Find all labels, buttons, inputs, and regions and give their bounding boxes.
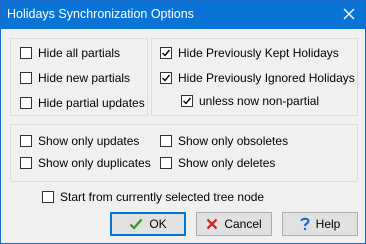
ok-button[interactable]: OK — [110, 212, 186, 236]
dialog-window: Holidays Synchronization Options Hide al… — [0, 0, 366, 244]
checkbox-box[interactable] — [42, 191, 54, 203]
checkmark-icon — [162, 49, 171, 57]
checkbox-box[interactable] — [160, 135, 172, 147]
checkbox-box[interactable] — [160, 157, 172, 169]
hide-partial-updates-checkbox[interactable]: Hide partial updates — [20, 94, 145, 112]
checkbox-label: Show only deletes — [178, 156, 276, 170]
unless-non-partial-checkbox[interactable]: unless now non-partial — [181, 92, 319, 110]
show-only-updates-checkbox[interactable]: Show only updates — [20, 132, 139, 150]
start-from-selected-node-checkbox[interactable]: Start from currently selected tree node — [42, 188, 264, 206]
checkmark-icon — [183, 97, 192, 105]
checkmark-icon — [162, 74, 171, 82]
checkmark-icon — [129, 218, 143, 230]
ok-label: OK — [149, 217, 167, 231]
checkbox-box[interactable] — [181, 95, 193, 107]
cancel-label: Cancel — [224, 217, 262, 231]
hide-previously-ignored-checkbox[interactable]: Hide Previously Ignored Holidays — [160, 69, 355, 87]
checkbox-label: Hide new partials — [38, 71, 131, 85]
hide-previously-kept-checkbox[interactable]: Hide Previously Kept Holidays — [160, 44, 339, 62]
checkbox-label: Hide all partials — [38, 46, 121, 60]
checkbox-label: unless now non-partial — [199, 94, 320, 108]
checkbox-label: Start from currently selected tree node — [60, 190, 265, 204]
hide-new-partials-checkbox[interactable]: Hide new partials — [20, 69, 130, 87]
show-only-obsoletes-checkbox[interactable]: Show only obsoletes — [160, 132, 288, 150]
title-bar[interactable]: Holidays Synchronization Options — [1, 1, 365, 29]
checkbox-label: Show only updates — [38, 134, 140, 148]
checkbox-box[interactable] — [160, 72, 172, 84]
checkbox-box[interactable] — [20, 135, 32, 147]
checkbox-box[interactable] — [20, 97, 32, 109]
show-only-deletes-checkbox[interactable]: Show only deletes — [160, 154, 275, 172]
show-only-duplicates-checkbox[interactable]: Show only duplicates — [20, 154, 151, 172]
hide-all-partials-checkbox[interactable]: Hide all partials — [20, 44, 120, 62]
checkbox-label: Hide Previously Ignored Holidays — [178, 71, 355, 85]
checkbox-box[interactable] — [20, 157, 32, 169]
question-icon — [300, 217, 310, 231]
close-icon — [343, 8, 355, 23]
checkbox-box[interactable] — [20, 47, 32, 59]
checkbox-box[interactable] — [20, 72, 32, 84]
checkbox-label: Show only duplicates — [38, 156, 151, 170]
help-button[interactable]: Help — [282, 212, 358, 236]
x-icon — [206, 218, 218, 230]
cancel-button[interactable]: Cancel — [196, 212, 272, 236]
close-button[interactable] — [333, 1, 365, 29]
checkbox-label: Show only obsoletes — [178, 134, 289, 148]
help-label: Help — [315, 217, 341, 231]
window-title: Holidays Synchronization Options — [7, 7, 194, 21]
checkbox-label: Hide partial updates — [38, 96, 145, 110]
checkbox-box[interactable] — [160, 47, 172, 59]
checkbox-label: Hide Previously Kept Holidays — [178, 46, 339, 60]
